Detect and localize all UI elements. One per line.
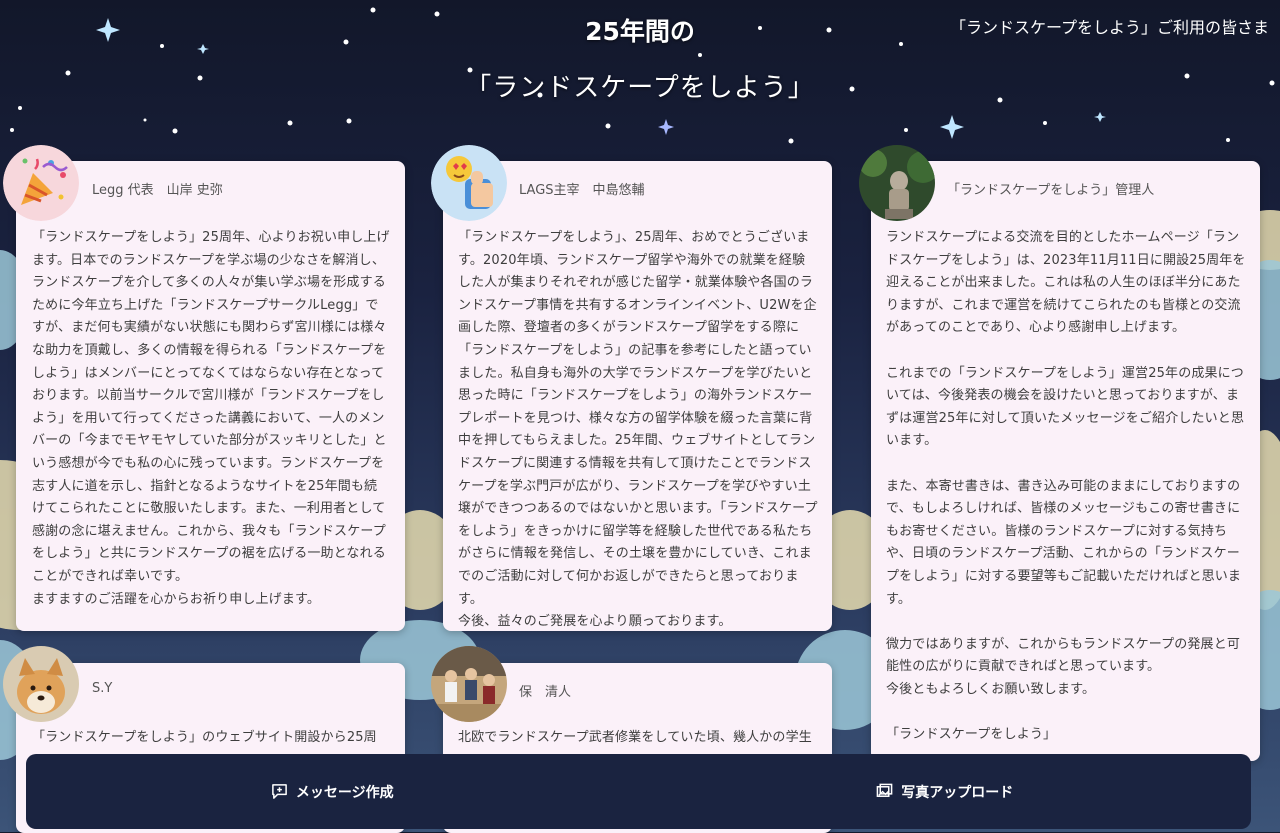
card-message: 北欧でランドスケープ武者修業をしていた頃、幾人かの学生 [458, 730, 812, 745]
message-card: 「ランドスケープをしよう」管理人 ランドスケープによる交流を目的としたホームペー… [871, 161, 1260, 761]
garden-statue-photo-icon [859, 145, 935, 221]
card-message: 「ランドスケープをしよう」、25周年、おめでとうございます。2020年頃、ランド… [458, 230, 818, 630]
card-author: 保 清人 [519, 685, 572, 700]
card-author: 「ランドスケープをしよう」管理人 [947, 183, 1155, 198]
header-greeting: 「ランドスケープをしよう」ご利用の皆さま [950, 18, 1270, 37]
message-card: LAGS主宰 中島悠輔 「ランドスケープをしよう」、25周年、おめでとうございま… [443, 161, 832, 631]
action-bar: メッセージ作成 写真アップロード [26, 754, 1251, 829]
group-photo-icon [431, 646, 507, 722]
upload-photo-label: 写真アップロード [901, 784, 1014, 801]
message-plus-icon [272, 784, 287, 799]
heart-eyes-thumbs-up-icon [431, 145, 507, 221]
upload-photo-button[interactable]: 写真アップロード [639, 754, 1252, 829]
card-author: S.Y [92, 681, 113, 696]
image-upload-icon [876, 783, 893, 797]
compose-message-label: メッセージ作成 [295, 784, 394, 801]
card-author: LAGS主宰 中島悠輔 [519, 183, 645, 198]
page-title: 25年間の 「ランドスケープをしよう」 [440, 14, 840, 108]
card-author: Legg 代表 山岸 史弥 [92, 183, 223, 198]
title-line-1: 25年間の [585, 17, 695, 46]
card-message: ランドスケープによる交流を目的としたホームページ「ランドスケープをしよう」は、2… [886, 230, 1246, 743]
card-message: 「ランドスケープをしよう」のウェブサイト開設から25周 [32, 730, 377, 745]
card-message: 「ランドスケープをしよう」25周年、心よりお祝い申し上げます。日本でのランドスケ… [32, 230, 390, 607]
party-popper-icon [3, 145, 79, 221]
shiba-dog-photo-icon [3, 646, 79, 722]
message-card: Legg 代表 山岸 史弥 「ランドスケープをしよう」25周年、心よりお祝い申し… [16, 161, 405, 631]
compose-message-button[interactable]: メッセージ作成 [26, 754, 639, 829]
title-line-2: 「ランドスケープをしよう」 [465, 73, 815, 103]
